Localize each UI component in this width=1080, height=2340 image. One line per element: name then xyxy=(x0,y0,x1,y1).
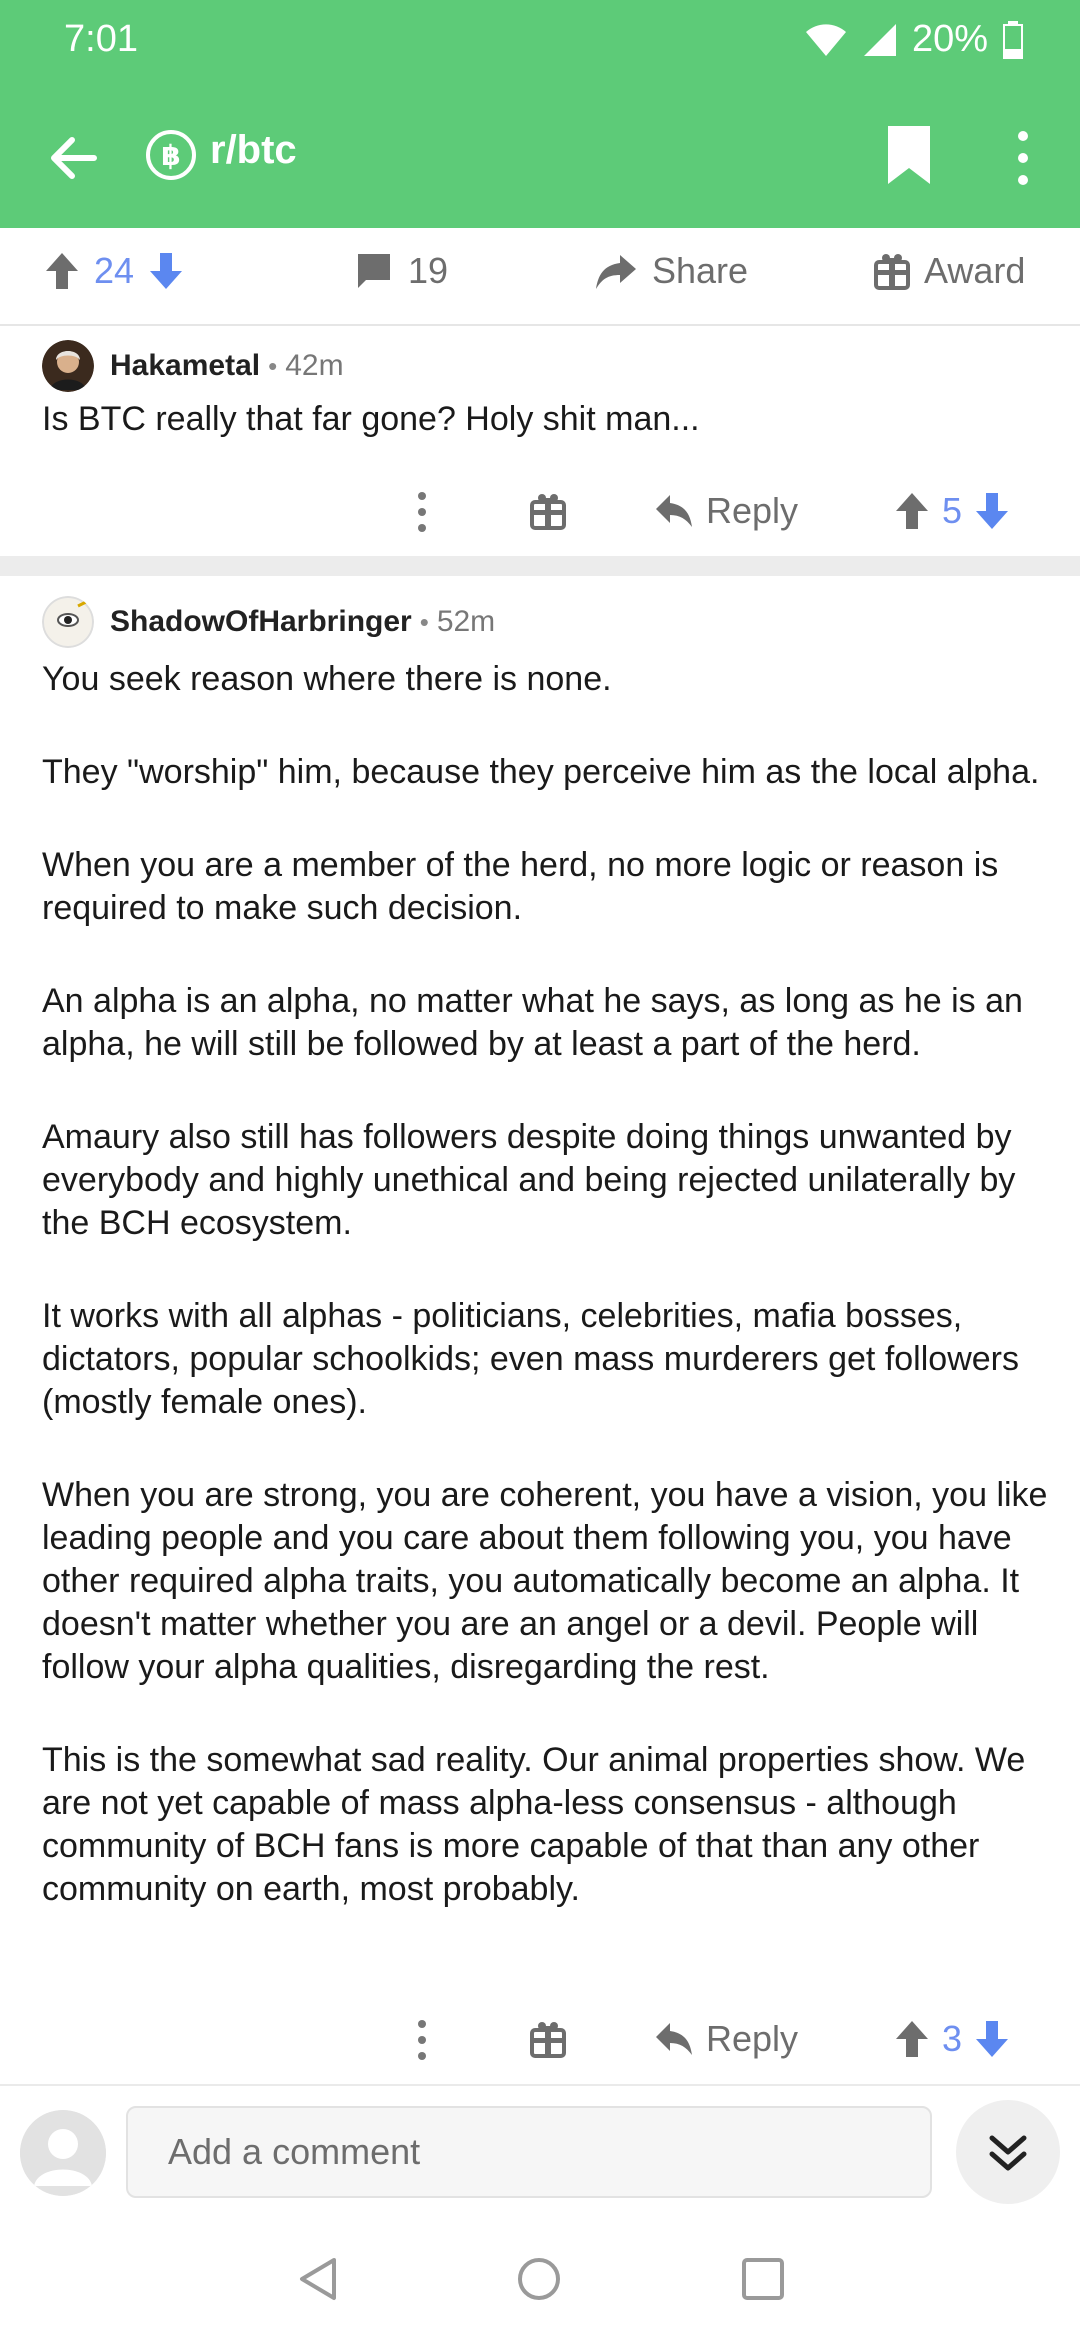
collapse-button[interactable] xyxy=(956,2100,1060,2204)
double-chevron-down-icon xyxy=(989,2135,1027,2171)
nav-recents-icon[interactable] xyxy=(740,2256,786,2302)
back-arrow-icon[interactable] xyxy=(44,128,104,188)
comment-header: ShadowOfHarbringer • 52m xyxy=(42,596,495,648)
app-header: 7:01 20% ฿ r/btc xyxy=(0,0,1080,228)
battery-icon xyxy=(1003,20,1023,59)
status-time: 7:01 xyxy=(64,18,138,60)
reply-label: Reply xyxy=(706,2018,799,2059)
comment-vote-group: 5 xyxy=(894,490,1010,532)
upvote-icon[interactable] xyxy=(894,491,930,531)
share-button[interactable]: Share xyxy=(594,250,748,292)
gift-icon[interactable] xyxy=(530,2020,566,2058)
post-action-bar: 24 19 Share Award xyxy=(0,228,1080,326)
username[interactable]: Hakametal xyxy=(110,349,260,383)
comment-age: 52m xyxy=(436,605,496,638)
nav-home-icon[interactable] xyxy=(516,2256,562,2302)
more-options-icon[interactable] xyxy=(1006,128,1040,188)
username[interactable]: ShadowOfHarbringer xyxy=(110,605,412,639)
signal-icon xyxy=(863,23,896,56)
nav-back-icon[interactable] xyxy=(296,2256,342,2302)
post-vote-count: 24 xyxy=(94,250,135,291)
comment-separator xyxy=(0,556,1080,576)
comment-age: 42m xyxy=(285,349,344,382)
share-label: Share xyxy=(652,250,749,291)
more-options-icon[interactable] xyxy=(412,490,432,534)
separator-dot: • xyxy=(268,350,278,381)
comment-vote-group: 3 xyxy=(894,2018,1010,2060)
comment-action-bar: Reply 3 xyxy=(0,2004,1080,2084)
award-label: Award xyxy=(924,250,1026,291)
downvote-icon[interactable] xyxy=(148,251,184,291)
reply-label: Reply xyxy=(706,490,799,531)
avatar[interactable] xyxy=(42,596,94,648)
comment-paragraph: Is BTC really that far gone? Holy shit m… xyxy=(42,400,700,438)
comment-compose-bar: Add a comment xyxy=(0,2084,1080,2226)
comment-paragraph: It works with all alphas - politicians, … xyxy=(42,1297,1019,1421)
subreddit-name[interactable]: r/btc xyxy=(210,128,297,173)
share-arrow-icon xyxy=(596,255,636,289)
status-icons: 20% xyxy=(804,18,1024,61)
comment-paragraph: An alpha is an alpha, no matter what he … xyxy=(42,982,1023,1063)
comment-paragraph: Amaury also still has followers despite … xyxy=(42,1118,1016,1242)
user-avatar-icon[interactable] xyxy=(20,2110,106,2196)
downvote-icon[interactable] xyxy=(974,2019,1010,2059)
bookmark-icon[interactable] xyxy=(884,124,934,186)
comment-bubble-icon xyxy=(358,254,390,288)
reply-arrow-icon xyxy=(656,495,692,527)
comments-count-button[interactable]: 19 xyxy=(354,250,448,292)
add-comment-input[interactable]: Add a comment xyxy=(126,2106,932,2198)
gift-icon xyxy=(874,254,910,290)
separator-dot: • xyxy=(419,606,429,637)
gift-icon[interactable] xyxy=(530,492,566,530)
system-nav-bar xyxy=(0,2224,1080,2340)
comment-paragraph: When you are strong, you are coherent, y… xyxy=(42,1476,1048,1686)
wifi-icon xyxy=(805,23,846,56)
comment-action-bar: Reply 5 xyxy=(0,476,1080,556)
battery-percent: 20% xyxy=(911,18,988,60)
comments-count: 19 xyxy=(408,250,449,291)
more-options-icon[interactable] xyxy=(412,2018,432,2062)
post-vote-group: 24 xyxy=(44,250,184,292)
reply-button[interactable]: Reply xyxy=(654,2018,798,2060)
comment-body: You seek reason where there is none. The… xyxy=(42,658,1052,1961)
comment-header: Hakametal • 42m xyxy=(42,340,344,392)
upvote-icon[interactable] xyxy=(894,2019,930,2059)
comment-vote-count: 3 xyxy=(942,2018,963,2059)
reply-button[interactable]: Reply xyxy=(654,490,798,532)
comment-vote-count: 5 xyxy=(942,490,963,531)
upvote-icon[interactable] xyxy=(44,251,80,291)
comment-paragraph: They "worship" him, because they perceiv… xyxy=(42,753,1040,791)
award-button[interactable]: Award xyxy=(874,250,1025,292)
comment-paragraph: When you are a member of the herd, no mo… xyxy=(42,846,999,927)
comment-paragraph: This is the somewhat sad reality. Our an… xyxy=(42,1741,1026,1908)
comment-paragraph: You seek reason where there is none. xyxy=(42,660,612,698)
avatar[interactable] xyxy=(42,340,94,392)
downvote-icon[interactable] xyxy=(974,491,1010,531)
bitcoin-icon: ฿ xyxy=(146,130,196,180)
reply-arrow-icon xyxy=(656,2023,692,2055)
